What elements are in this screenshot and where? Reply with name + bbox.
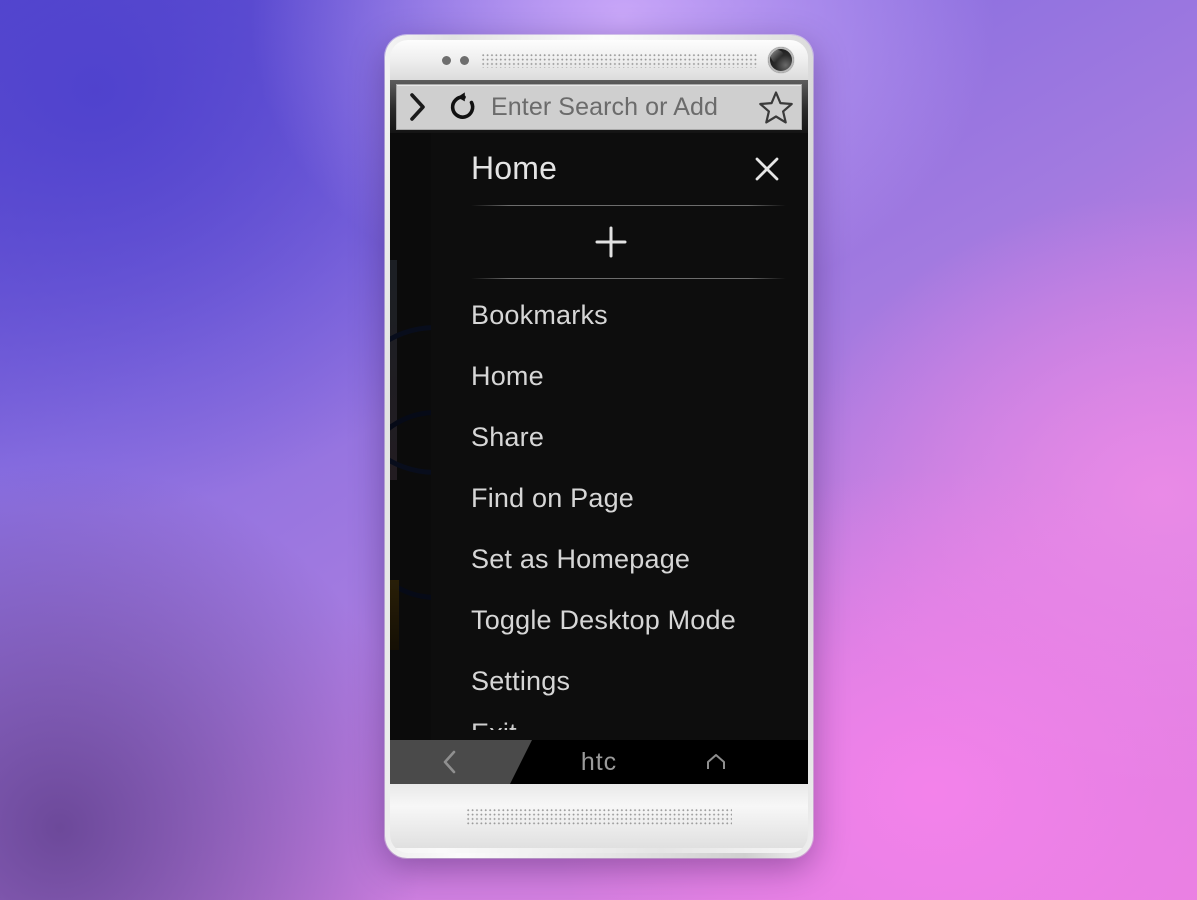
earpiece-speaker-grille (481, 52, 758, 68)
menu-item-list: Bookmarks Home Share Find on Page Set as… (431, 279, 808, 730)
menu-item-exit[interactable]: Exit (431, 712, 808, 730)
close-icon[interactable] (750, 152, 784, 186)
browser-toolbar-container: Enter Search or Add (390, 80, 808, 133)
menu-item-home[interactable]: Home (431, 346, 808, 407)
nav-home-button[interactable] (694, 740, 738, 784)
front-camera-icon (768, 47, 794, 73)
plus-icon (592, 223, 630, 261)
menu-item-share[interactable]: Share (431, 407, 808, 468)
menu-item-set-as-homepage[interactable]: Set as Homepage (431, 529, 808, 590)
phone-top-bezel (390, 40, 808, 80)
reload-icon[interactable] (439, 85, 487, 129)
menu-item-settings[interactable]: Settings (431, 651, 808, 712)
light-sensor-icon (460, 55, 469, 65)
htc-phone-device: Enter Search or Add Home Bookmarks Home … (385, 35, 813, 858)
phone-screen: Enter Search or Add Home Bookmarks Home … (390, 80, 808, 784)
wallpaper-background: Enter Search or Add Home Bookmarks Home … (0, 0, 1197, 900)
star-icon[interactable] (753, 85, 799, 129)
menu-item-bookmarks[interactable]: Bookmarks (431, 285, 808, 346)
new-tab-button[interactable] (431, 206, 808, 278)
url-input[interactable]: Enter Search or Add (487, 93, 753, 122)
proximity-sensor-dots (442, 55, 469, 65)
proximity-sensor-icon (442, 55, 451, 65)
browser-menu-panel: Home Bookmarks Home Share Find on Page S… (431, 133, 808, 784)
phone-body: Enter Search or Add Home Bookmarks Home … (390, 40, 808, 853)
menu-title: Home (471, 150, 558, 186)
phone-bottom-bezel (390, 784, 808, 848)
chevron-right-icon[interactable] (397, 85, 439, 129)
menu-header: Home (431, 133, 808, 205)
menu-item-toggle-desktop-mode[interactable]: Toggle Desktop Mode (431, 590, 808, 651)
menu-item-find-on-page[interactable]: Find on Page (431, 468, 808, 529)
bottom-speaker-grille (466, 807, 732, 825)
android-navigation-bar: htc (390, 740, 808, 784)
browser-toolbar: Enter Search or Add (396, 84, 802, 130)
